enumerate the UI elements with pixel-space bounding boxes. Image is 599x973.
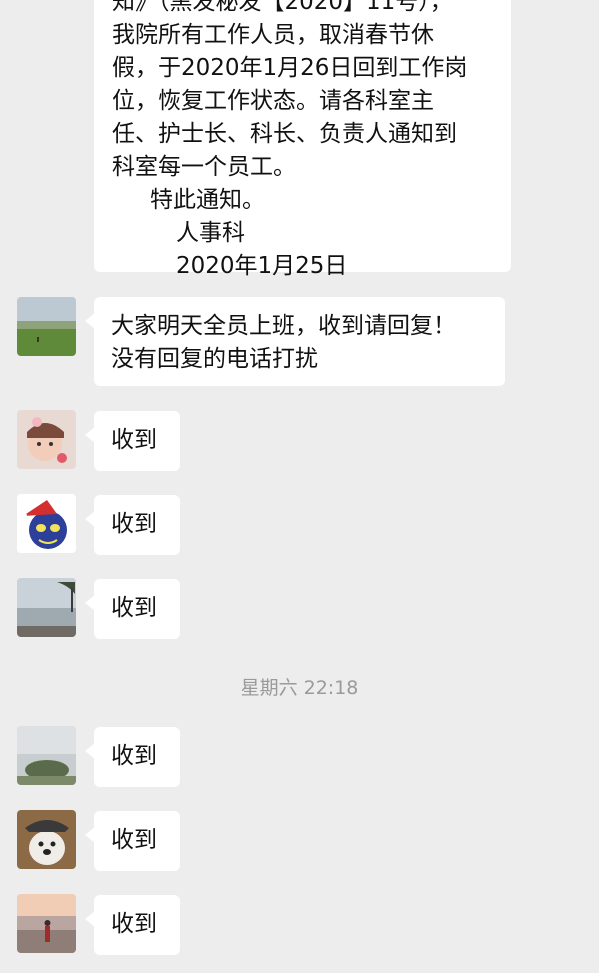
message-bubble[interactable]: 收到 bbox=[85, 411, 180, 471]
message-text: 收到 bbox=[111, 827, 157, 853]
message-text: 大家明天全员上班，收到请回复！ bbox=[111, 313, 456, 339]
notice-message-bubble[interactable]: 知》（黑发秘发【2020】11号）， 我院所有工作人员，取消春节休 假，于202… bbox=[94, 0, 511, 279]
message-text: 收到 bbox=[111, 427, 157, 453]
notice-line: 知》（黑发秘发【2020】11号）， bbox=[112, 0, 453, 15]
notice-line: 假，于2020年1月26日回到工作岗 bbox=[112, 55, 468, 81]
notice-line: 任、护士长、科长、负责人通知到 bbox=[112, 121, 457, 147]
notice-line: 科室每一个员工。 bbox=[112, 154, 296, 180]
message-bubble[interactable]: 收到 bbox=[85, 811, 180, 871]
message-bubble[interactable]: 收到 bbox=[85, 495, 180, 555]
notice-line: 特此通知。 bbox=[150, 187, 265, 213]
message-text: 收到 bbox=[111, 595, 157, 621]
notice-line: 位，恢复工作状态。请各科室主 bbox=[112, 88, 434, 114]
message-text: 收到 bbox=[111, 911, 157, 937]
message-text: 没有回复的电话打扰 bbox=[111, 346, 318, 372]
timestamp: 星期六 22:18 bbox=[240, 677, 359, 699]
message-bubble[interactable]: 收到 bbox=[85, 727, 180, 787]
notice-line: 我院所有工作人员，取消春节休 bbox=[112, 22, 434, 48]
cloudy-field-avatar[interactable] bbox=[17, 726, 76, 785]
notice-line: 人事科 bbox=[176, 220, 245, 246]
landscape-grassland-avatar[interactable] bbox=[17, 297, 76, 356]
message-bubble[interactable]: 收到 bbox=[85, 579, 180, 639]
baby-photo-avatar[interactable] bbox=[17, 410, 76, 469]
lake-tree-avatar[interactable] bbox=[17, 578, 76, 637]
sunset-person-avatar[interactable] bbox=[17, 894, 76, 953]
message-text: 收到 bbox=[111, 511, 157, 537]
message-bubble[interactable]: 收到 bbox=[85, 895, 180, 955]
message-text: 收到 bbox=[111, 743, 157, 769]
cartoon-santa-hat-avatar[interactable] bbox=[17, 494, 76, 553]
notice-line: 2020年1月25日 bbox=[176, 253, 348, 279]
message-bubble[interactable]: 大家明天全员上班，收到请回复！ 没有回复的电话打扰 bbox=[85, 297, 505, 386]
chat-window[interactable]: 知》（黑发秘发【2020】11号）， 我院所有工作人员，取消春节休 假，于202… bbox=[0, 0, 599, 973]
dog-with-hat-avatar[interactable] bbox=[17, 810, 76, 869]
